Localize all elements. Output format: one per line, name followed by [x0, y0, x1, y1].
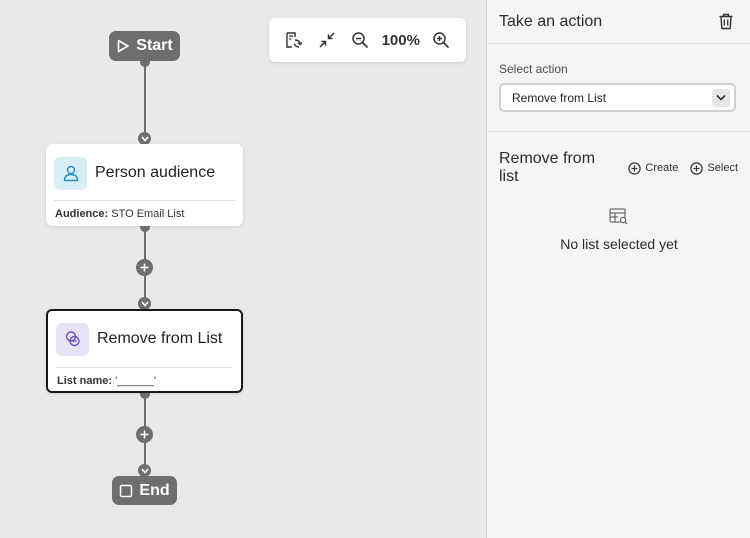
footer-value: '______' — [115, 375, 156, 387]
list-search-icon — [609, 208, 628, 225]
panel-title: Take an action — [499, 12, 603, 30]
select-label: Select — [707, 162, 738, 174]
select-action-dropdown[interactable]: Remove from List — [499, 83, 736, 112]
empty-state-text: No list selected yet — [560, 236, 678, 252]
canvas-toolbar: 100% — [269, 18, 466, 62]
end-node[interactable]: End — [112, 476, 177, 505]
add-step-button[interactable] — [136, 259, 153, 276]
add-circle-icon — [628, 161, 642, 175]
journey-canvas[interactable]: Start Person audience Audience: STO Emai… — [0, 0, 486, 538]
collapse-button[interactable] — [315, 28, 339, 52]
end-label: End — [139, 481, 170, 499]
chevron-down-icon — [712, 88, 730, 107]
zoom-level: 100% — [381, 31, 420, 49]
section-title: Remove from list — [499, 150, 596, 185]
plus-icon — [140, 263, 149, 272]
add-circle-icon — [690, 161, 704, 175]
select-list-button[interactable]: Select — [690, 161, 738, 175]
auto-arrange-button[interactable] — [282, 28, 306, 52]
footer-label: Audience: — [55, 208, 109, 220]
person-icon — [54, 156, 87, 190]
zoom-in-button[interactable] — [429, 28, 453, 52]
zoom-out-icon — [352, 32, 369, 49]
connector-line — [144, 66, 146, 132]
card-footer: List name: '______' — [48, 368, 241, 394]
zoom-out-button[interactable] — [348, 28, 372, 52]
play-icon — [117, 39, 130, 53]
select-action-section: Select action Remove from List — [487, 44, 750, 132]
trash-icon — [719, 13, 733, 30]
create-list-button[interactable]: Create — [628, 161, 679, 175]
delete-button[interactable] — [714, 10, 738, 34]
select-action-value: Remove from List — [512, 90, 607, 105]
properties-panel: Take an action Select action Remove from… — [486, 0, 750, 538]
start-label: Start — [136, 37, 173, 54]
plus-icon — [140, 430, 149, 439]
remove-from-list-card[interactable]: Remove from List List name: '______' — [46, 309, 243, 393]
footer-value: STO Email List — [111, 208, 185, 220]
card-title: Person audience — [95, 164, 216, 181]
remove-from-list-header: Remove from list Create Select — [487, 132, 750, 186]
zoom-in-icon — [433, 32, 450, 49]
panel-header: Take an action — [487, 0, 750, 44]
card-footer: Audience: STO Email List — [46, 201, 243, 227]
stop-icon — [120, 484, 133, 497]
start-node[interactable]: Start — [109, 31, 180, 61]
person-audience-card[interactable]: Person audience Audience: STO Email List — [46, 144, 243, 226]
footer-label: List name: — [57, 375, 113, 387]
add-step-button[interactable] — [136, 426, 153, 443]
auto-arrange-icon — [285, 32, 302, 48]
create-label: Create — [645, 162, 679, 174]
remove-from-list-icon — [56, 322, 89, 356]
card-title: Remove from List — [97, 330, 223, 347]
select-action-label: Select action — [499, 62, 568, 76]
empty-state: No list selected yet — [487, 208, 750, 252]
collapse-icon — [319, 32, 335, 48]
